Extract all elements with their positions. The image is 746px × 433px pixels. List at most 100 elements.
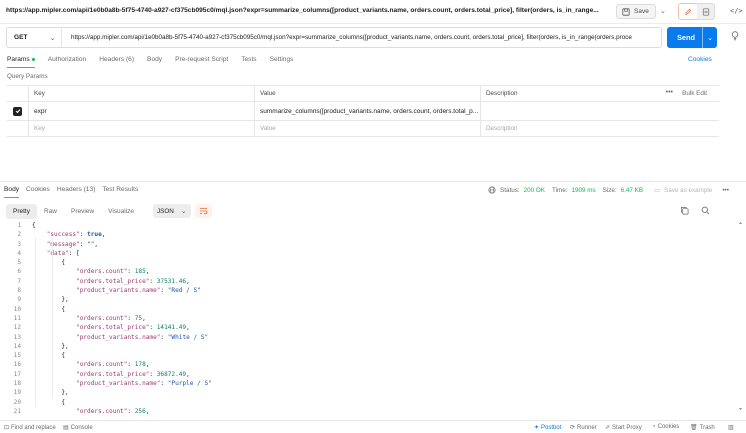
method-select[interactable]: GET ⌄	[7, 28, 62, 47]
console-icon: ▤	[63, 425, 69, 431]
tab-pre-request-script[interactable]: Pre-request Script	[175, 56, 228, 63]
code-text: {	[32, 398, 66, 406]
tab-body[interactable]: Body	[147, 56, 162, 63]
format-select-value: JSON	[157, 207, 174, 215]
code-text: "orders.count": 256,	[76, 407, 150, 415]
column-header-value: Value	[255, 86, 481, 101]
new-value-input[interactable]: Value	[255, 121, 481, 136]
code-line: 16 "orders.count": 178,	[0, 360, 720, 369]
copy-icon[interactable]	[680, 206, 689, 217]
save-options-chevron-icon[interactable]: ⌄	[660, 7, 666, 15]
table-header-row: Key Value Description ••• Bulk Edit	[7, 86, 719, 102]
console-button[interactable]: ▤ Console	[63, 424, 93, 432]
format-tab-raw[interactable]: Raw	[37, 204, 64, 219]
layout-icon[interactable]: ▥	[728, 424, 734, 431]
trash-button[interactable]: 🗑 Trash	[690, 424, 715, 432]
postbot-label: Postbot	[541, 424, 562, 431]
query-params-table: Key Value Description ••• Bulk Edit expr…	[7, 85, 719, 137]
code-scrollbar[interactable]	[738, 221, 743, 411]
code-text: {	[32, 259, 66, 267]
tab-params[interactable]: Params	[7, 56, 35, 68]
globe-icon[interactable]	[488, 186, 496, 194]
response-tab-test-results[interactable]: Test Results	[102, 186, 138, 193]
start-proxy-button[interactable]: ⇗ Start Proxy	[605, 424, 642, 432]
line-number: 16	[13, 361, 21, 369]
send-options-chevron-icon[interactable]: ⌄	[702, 27, 717, 48]
response-tab-headers[interactable]: Headers (13)	[57, 186, 95, 193]
line-number: 11	[13, 314, 21, 322]
save-as-example-button[interactable]: Save as example	[664, 187, 712, 194]
save-button[interactable]: Save	[616, 4, 656, 19]
status-label: Status:	[500, 186, 520, 194]
find-replace-icon: ⊡	[4, 425, 10, 431]
code-text: {	[32, 305, 66, 313]
code-text: {	[32, 222, 36, 229]
format-tab-pretty[interactable]: Pretty	[6, 204, 37, 219]
code-line: 11 "orders.count": 75,	[0, 314, 720, 323]
postbot-icon: ✦	[534, 425, 540, 431]
new-key-input[interactable]: Key	[29, 121, 255, 136]
response-tab-cookies[interactable]: Cookies	[26, 186, 50, 193]
method-chevron-icon: ⌄	[49, 34, 56, 42]
param-enabled-checkbox[interactable]	[13, 106, 22, 116]
request-title[interactable]: https://app.mipler.com/api/1e0b0a8b-5f75…	[6, 7, 599, 14]
lightbulb-icon[interactable]	[731, 31, 739, 43]
format-tab-preview[interactable]: Preview	[64, 204, 101, 219]
checkmark-icon	[15, 109, 20, 114]
wrap-lines-icon	[199, 207, 208, 215]
code-line: 7 "orders.total_price": 37531.46,	[0, 277, 720, 286]
bulk-edit-button[interactable]: Bulk Edit	[682, 90, 707, 97]
code-text: {	[32, 352, 66, 360]
param-key-input[interactable]: expr	[29, 102, 255, 120]
time-value[interactable]: 1909 ms	[571, 187, 595, 194]
size-label: Size:	[602, 186, 617, 194]
param-description-input[interactable]	[481, 102, 719, 120]
format-tab-visualize[interactable]: Visualize	[101, 204, 141, 219]
postbot-button[interactable]: ✦ Postbot	[534, 424, 562, 432]
runner-button[interactable]: ⟳ Runner	[570, 424, 597, 432]
format-select-chevron-icon: ⌄	[180, 208, 187, 215]
code-text: },	[32, 296, 69, 304]
code-text: "orders.count": 178,	[76, 361, 150, 369]
time-label: Time:	[551, 186, 568, 194]
line-number: 7	[17, 277, 21, 285]
search-icon[interactable]	[701, 206, 710, 217]
new-description-input[interactable]: Description	[481, 121, 719, 136]
wrap-lines-button[interactable]	[195, 204, 212, 218]
find-replace-button[interactable]: ⊡ Find and replace	[4, 424, 56, 432]
line-number: 15	[13, 352, 21, 360]
more-options-icon[interactable]: •••	[666, 89, 673, 96]
tab-tests[interactable]: Tests	[241, 56, 256, 63]
save-example-icon: ▭	[654, 186, 660, 194]
url-input[interactable]: https://app.mipler.com/api/1e0b0a8b-5f75…	[71, 34, 659, 41]
pencil-icon	[685, 8, 692, 15]
documentation-button[interactable]	[697, 3, 715, 20]
status-value[interactable]: 200 OK	[524, 187, 545, 194]
code-snippet-icon[interactable]: </>	[730, 7, 743, 15]
more-response-options-icon[interactable]: •••	[722, 187, 729, 194]
row-checkbox-cell	[7, 102, 29, 120]
param-value-input[interactable]: summarize_columns([product_variants.name…	[255, 102, 481, 120]
edit-button[interactable]	[678, 3, 698, 20]
tab-settings[interactable]: Settings	[270, 56, 294, 63]
response-body-code[interactable]: 1{2 "success": true, 3 "message": "", 4 "d…	[0, 221, 720, 416]
code-line: 21 "orders.count": 256,	[0, 407, 720, 416]
pane-divider[interactable]	[0, 181, 746, 182]
indent-guide	[35, 237, 36, 407]
cookies-link[interactable]: Cookies	[688, 56, 712, 63]
footer-cookies-button[interactable]: ◔ Cookies	[652, 424, 679, 430]
active-response-tab-underline	[4, 197, 20, 198]
code-line: 20 {	[0, 398, 720, 407]
runner-icon: ⟳	[570, 425, 576, 431]
tab-headers[interactable]: Headers (6)	[99, 56, 134, 63]
response-tab-body[interactable]: Body	[4, 186, 20, 198]
tab-authorization[interactable]: Authorization	[48, 56, 87, 63]
format-select[interactable]: JSON ⌄	[153, 204, 191, 218]
code-text: "product_variants.name": "Red / S"	[76, 287, 201, 295]
response-status-bar: Status: 200 OK Time: 1909 ms Size: 6.47 …	[488, 186, 729, 194]
code-text: },	[32, 342, 69, 350]
line-number: 10	[13, 305, 21, 313]
column-header-key: Key	[29, 86, 255, 101]
active-tab-underline	[7, 67, 35, 68]
size-value[interactable]: 6.47 KB	[621, 187, 643, 194]
